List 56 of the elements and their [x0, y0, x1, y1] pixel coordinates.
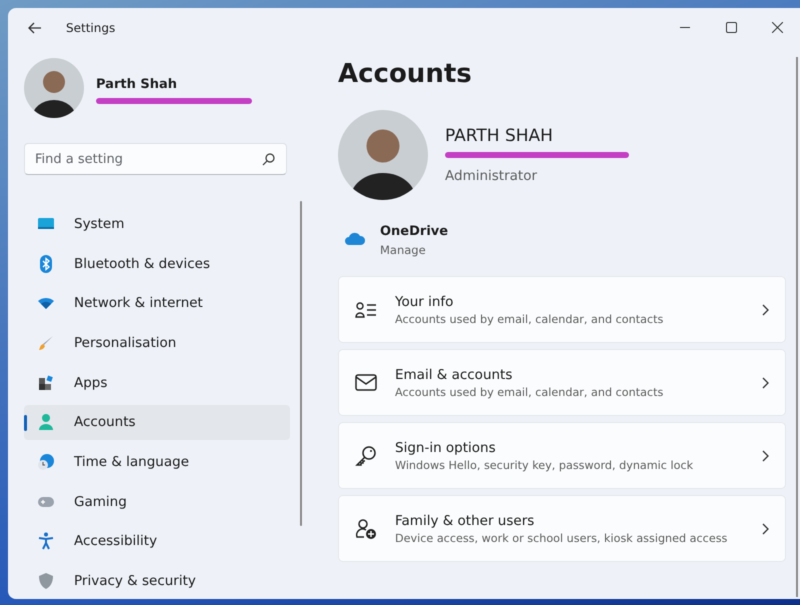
monitor-icon — [37, 216, 55, 231]
person-list-icon — [355, 300, 377, 319]
person-icon — [39, 413, 53, 432]
chevron-icon — [762, 376, 769, 389]
nav-item[interactable]: Gaming — [24, 484, 290, 520]
close-icon — [772, 22, 782, 34]
onedrive-title: OneDrive — [380, 224, 448, 239]
settings-card[interactable]: Your info Accounts used by email, calendar, and contacts — [338, 276, 786, 344]
nav-item[interactable]: Accounts — [24, 404, 290, 440]
nav-item[interactable]: Network & internet — [24, 286, 290, 322]
nav-item[interactable]: System — [24, 206, 290, 242]
card-description: Windows Hello, security key, password, dynamic lock — [395, 458, 694, 472]
globe-clock-icon — [37, 453, 55, 472]
gamepad-icon — [37, 496, 55, 508]
settings-card[interactable]: Email & accounts Accounts used by email, calendar, and contacts — [338, 349, 786, 416]
nav-item[interactable]: Apps — [24, 364, 290, 401]
search-icon — [262, 153, 275, 166]
manage-link[interactable]: Manage — [380, 242, 448, 257]
shield-icon — [38, 572, 54, 590]
nav-item[interactable]: Bluetooth & devices — [24, 246, 290, 282]
settings-card[interactable]: Family & other users Device access, work or school users, kiosk assigned access — [338, 495, 786, 562]
search-field[interactable]: Find a setting — [24, 143, 287, 176]
cloud-icon — [344, 231, 366, 246]
minimize-icon — [680, 27, 690, 28]
bluetooth-icon — [39, 254, 53, 273]
maximize-icon — [726, 22, 736, 34]
card-description: Accounts used by email, calendar, and contacts — [395, 386, 664, 399]
card-description: Accounts used by email, calendar, and contacts — [395, 312, 664, 326]
card-title: Email & accounts — [395, 366, 514, 383]
card-title: Sign-in options — [395, 440, 497, 456]
account-role: Administrator — [445, 168, 538, 184]
user-name: Parth Shah — [96, 76, 178, 92]
mail-icon — [355, 374, 377, 392]
settings-card[interactable]: Sign-in options Windows Hello, security key, password, dynamic lock — [338, 422, 786, 490]
nav-item[interactable]: Privacy & security — [24, 563, 290, 599]
accessibility-icon — [38, 532, 54, 550]
chevron-icon — [762, 522, 769, 535]
key-icon — [355, 444, 377, 467]
card-title: Family & other users — [395, 512, 536, 529]
add-person-icon — [355, 518, 377, 540]
nav-item[interactable]: Time & language — [24, 444, 290, 480]
brush-icon — [38, 335, 54, 352]
card-title: Your info — [395, 294, 454, 310]
wifi-icon — [37, 296, 55, 310]
apps-icon — [38, 374, 54, 391]
card-description: Device access, work or school users, kiosk assigned access — [395, 532, 728, 545]
nav-item[interactable]: Accessibility — [24, 524, 290, 560]
nav-item[interactable]: Personalisation — [24, 325, 290, 361]
back-arrow-icon — [28, 22, 42, 34]
scrollbar[interactable] — [796, 57, 798, 598]
window-title: Settings — [66, 20, 116, 35]
scrollbar[interactable] — [300, 201, 302, 526]
chevron-icon — [762, 304, 769, 316]
page-title: Accounts — [338, 59, 473, 90]
chevron-icon — [762, 450, 769, 462]
account-name: PARTH SHAH — [445, 126, 553, 146]
